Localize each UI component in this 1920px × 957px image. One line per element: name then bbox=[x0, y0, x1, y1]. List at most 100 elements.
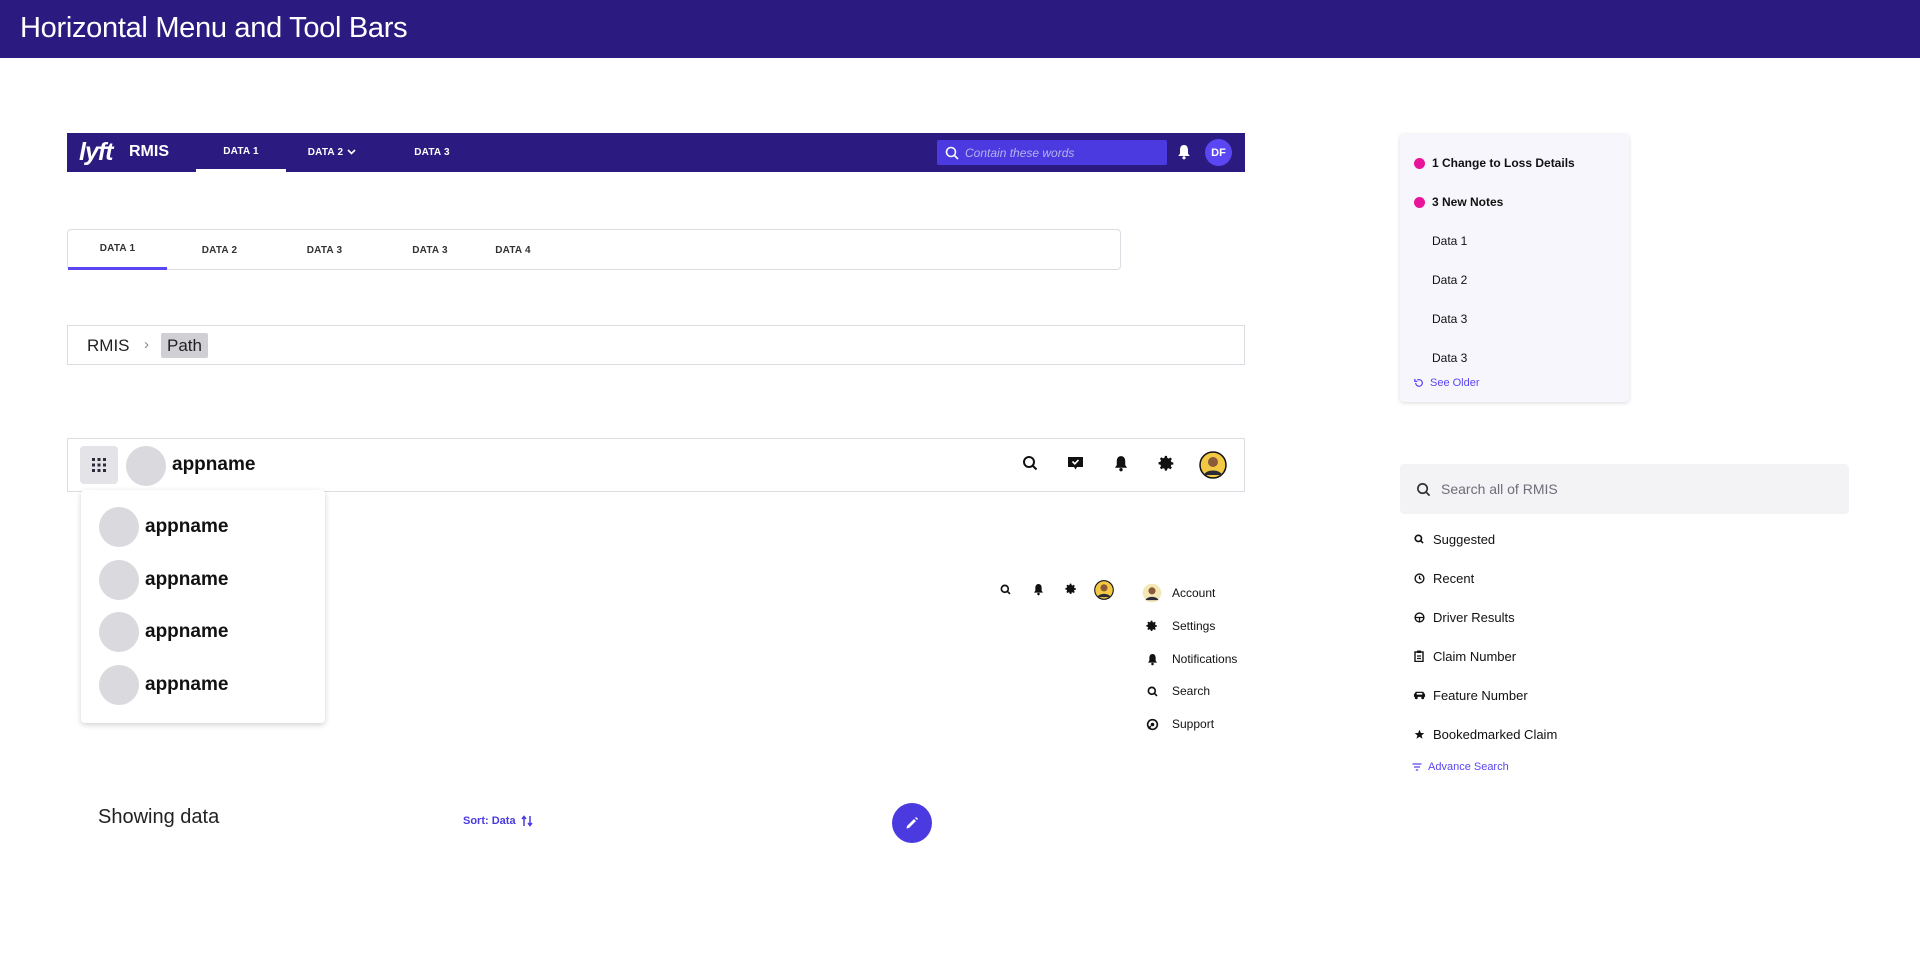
app-menu-item[interactable]: appname bbox=[99, 612, 319, 652]
search-option-label: Recent bbox=[1433, 570, 1475, 586]
app-menu-item-label: appname bbox=[145, 569, 229, 590]
notification-item[interactable]: 3 New Notes bbox=[1400, 191, 1629, 213]
search-icon[interactable] bbox=[1000, 584, 1011, 595]
global-search-input[interactable] bbox=[1441, 481, 1841, 497]
notification-item[interactable]: Data 2 bbox=[1400, 269, 1629, 291]
unread-dot bbox=[1414, 157, 1425, 169]
app-icon bbox=[99, 665, 139, 705]
app-icon bbox=[99, 507, 139, 547]
gear-icon bbox=[1146, 620, 1157, 632]
bell-icon bbox=[1147, 653, 1157, 665]
notification-item[interactable]: Data 3 bbox=[1400, 308, 1629, 330]
search-icon[interactable] bbox=[1022, 455, 1038, 471]
search-option-feature-number[interactable]: Feature Number bbox=[1412, 684, 1528, 706]
user-avatar[interactable]: DF bbox=[1205, 139, 1232, 166]
notification-label: Data 3 bbox=[1432, 351, 1468, 365]
user-menu-item-account[interactable]: Account bbox=[1140, 582, 1215, 604]
nav-item-data-3[interactable]: DATA 3 bbox=[397, 133, 467, 172]
notification-item[interactable]: 1 Change to Loss Details bbox=[1400, 152, 1629, 174]
search-option-label: Suggested bbox=[1433, 531, 1496, 547]
page-header: Horizontal Menu and Tool Bars bbox=[0, 0, 1920, 58]
user-avatar[interactable] bbox=[1199, 451, 1227, 479]
showing-label: Showing data bbox=[98, 806, 220, 828]
app-menu-item[interactable]: appname bbox=[99, 665, 319, 705]
app-icon bbox=[99, 612, 139, 652]
user-menu-item-search[interactable]: Search bbox=[1140, 680, 1210, 702]
notification-label: Data 2 bbox=[1432, 273, 1468, 287]
app-menu-item[interactable]: appname bbox=[99, 560, 319, 600]
tab-label: DATA 4 bbox=[495, 244, 531, 256]
chevron-down-icon bbox=[347, 148, 356, 155]
app-icon bbox=[99, 560, 139, 600]
search-option-bookmarked-claim[interactable]: Bookedmarked Claim bbox=[1412, 723, 1557, 745]
tab-label: DATA 3 bbox=[412, 244, 448, 256]
advance-search-link[interactable]: Advance Search bbox=[1412, 761, 1509, 773]
user-avatar[interactable] bbox=[1094, 580, 1114, 600]
filter-icon bbox=[1412, 763, 1422, 771]
sort-arrows-icon bbox=[520, 815, 533, 827]
bell-icon[interactable] bbox=[1033, 583, 1044, 596]
search-option-recent[interactable]: Recent bbox=[1412, 567, 1474, 589]
edit-fab-button[interactable] bbox=[892, 803, 932, 843]
tab-data-2[interactable]: DATA 2 bbox=[167, 230, 272, 270]
steering-wheel-icon bbox=[1413, 611, 1425, 623]
bell-icon[interactable] bbox=[1113, 455, 1129, 472]
bell-icon[interactable] bbox=[1177, 144, 1191, 160]
nav-item-label: DATA 1 bbox=[223, 145, 259, 157]
header-search[interactable] bbox=[937, 140, 1167, 165]
global-search[interactable] bbox=[1400, 464, 1849, 514]
search-icon bbox=[945, 146, 959, 160]
tab-data-1[interactable]: DATA 1 bbox=[68, 230, 167, 270]
breadcrumb: RMIS › Path bbox=[67, 325, 1245, 365]
search-icon bbox=[1147, 686, 1158, 697]
notification-label: Data 3 bbox=[1432, 312, 1468, 326]
nav-item-label: DATA 3 bbox=[414, 147, 450, 158]
tab-data-3b[interactable]: DATA 3 bbox=[377, 230, 483, 270]
app-icon bbox=[126, 446, 166, 486]
nav-item-data-2[interactable]: DATA 2 bbox=[297, 133, 367, 172]
pencil-icon bbox=[906, 817, 918, 829]
app-grid-button[interactable] bbox=[80, 446, 118, 484]
clock-icon bbox=[1413, 572, 1425, 584]
search-option-driver-results[interactable]: Driver Results bbox=[1412, 606, 1515, 628]
search-option-suggested[interactable]: Suggested bbox=[1412, 528, 1495, 550]
breadcrumb-root[interactable]: RMIS bbox=[87, 336, 130, 356]
tab-label: DATA 3 bbox=[306, 244, 343, 256]
app-name[interactable]: appname bbox=[172, 454, 255, 476]
feedback-icon[interactable] bbox=[1067, 455, 1084, 471]
user-menu-item-notifications[interactable]: Notifications bbox=[1140, 648, 1237, 670]
user-menu-label: Search bbox=[1172, 684, 1211, 698]
gear-icon[interactable] bbox=[1065, 583, 1077, 595]
search-icon bbox=[1417, 482, 1431, 496]
breadcrumb-current[interactable]: Path bbox=[161, 333, 208, 358]
nav-item-label: DATA 2 bbox=[307, 147, 344, 158]
car-icon bbox=[1413, 691, 1425, 700]
user-menu-item-support[interactable]: Support bbox=[1140, 713, 1214, 735]
page-title: Horizontal Menu and Tool Bars bbox=[20, 12, 408, 44]
history-icon bbox=[1414, 378, 1423, 387]
notification-item[interactable]: Data 1 bbox=[1400, 230, 1629, 252]
sort-button[interactable]: Sort: Data bbox=[463, 815, 533, 827]
header-search-input[interactable] bbox=[965, 145, 1155, 160]
user-menu-label: Notifications bbox=[1172, 652, 1238, 666]
tab-data-3[interactable]: DATA 3 bbox=[272, 230, 377, 270]
notification-item[interactable]: Data 3 bbox=[1400, 347, 1629, 369]
app-menu-item-label: appname bbox=[145, 621, 229, 642]
search-option-claim-number[interactable]: Claim Number bbox=[1412, 645, 1516, 667]
support-icon bbox=[1146, 718, 1158, 730]
notification-label: Data 1 bbox=[1432, 234, 1468, 248]
tab-bar: DATA 1 DATA 2 DATA 3 DATA 3 DATA 4 bbox=[67, 229, 1121, 270]
user-menu-item-settings[interactable]: Settings bbox=[1140, 615, 1215, 637]
see-older-link[interactable]: See Older bbox=[1414, 377, 1480, 389]
nav-item-data-1[interactable]: DATA 1 bbox=[196, 133, 286, 172]
gear-icon[interactable] bbox=[1158, 455, 1175, 472]
tab-data-4[interactable]: DATA 4 bbox=[483, 230, 543, 270]
lyft-logo[interactable]: lyft bbox=[79, 140, 113, 165]
app-menu-item-label: appname bbox=[145, 674, 229, 695]
notification-label: 3 New Notes bbox=[1432, 195, 1504, 209]
advance-search-label: Advance Search bbox=[1428, 761, 1509, 773]
user-menu-label: Settings bbox=[1172, 619, 1216, 633]
tab-label: DATA 2 bbox=[201, 244, 238, 256]
app-menu-item[interactable]: appname bbox=[99, 507, 319, 547]
brand-name[interactable]: RMIS bbox=[129, 143, 169, 161]
